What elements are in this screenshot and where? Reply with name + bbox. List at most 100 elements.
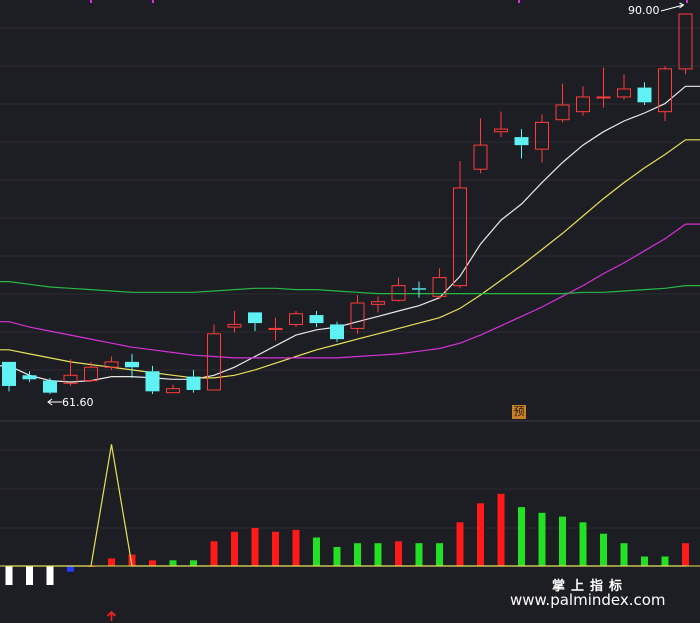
top-marker	[518, 0, 520, 3]
indicator-bar	[169, 560, 177, 566]
indicator-bar	[620, 543, 628, 566]
candle-body	[494, 128, 508, 133]
candle	[617, 74, 631, 100]
candle	[391, 277, 406, 302]
indicator-bar	[292, 529, 300, 566]
indicator-bar	[497, 493, 505, 566]
candle	[678, 13, 693, 75]
candle	[350, 294, 365, 334]
ma-line-1	[0, 85, 700, 383]
candle	[309, 311, 324, 328]
top-marker	[90, 0, 92, 3]
watermark-url: www.palmindex.com	[510, 591, 666, 609]
candle-body	[186, 376, 201, 390]
stock-chart	[0, 0, 700, 621]
candle-body	[637, 87, 652, 103]
candle-body	[473, 144, 488, 170]
predict-badge: 预	[512, 405, 526, 419]
candle	[637, 82, 652, 105]
candle	[2, 361, 16, 392]
candle-body	[289, 313, 303, 325]
candle-body	[207, 333, 221, 391]
candle	[576, 86, 590, 116]
candle-body	[453, 187, 467, 287]
indicator-bar	[251, 528, 259, 566]
indicator-bar	[518, 507, 525, 566]
candle	[289, 311, 303, 328]
indicator-bar	[456, 522, 464, 566]
candle-body	[125, 361, 139, 368]
candle-body	[596, 96, 611, 99]
indicator-bar	[333, 547, 341, 566]
candle-body	[227, 323, 242, 328]
indicator-bar	[354, 543, 361, 566]
candle	[125, 353, 139, 378]
candle-body	[43, 380, 57, 393]
ma-line-4	[0, 281, 700, 295]
candle	[494, 111, 508, 138]
candle-body	[350, 302, 365, 329]
high-price-label: 90.00	[628, 4, 660, 17]
candle-body	[84, 366, 98, 382]
indicator-bars	[5, 493, 689, 585]
indicator-bar	[436, 543, 443, 566]
candle-body	[22, 375, 37, 380]
indicator-gridlines	[0, 449, 700, 529]
high-arrow	[660, 2, 685, 12]
candle	[658, 66, 672, 122]
candle-body	[555, 104, 570, 121]
candle	[330, 321, 344, 342]
indicator-bar	[67, 566, 74, 572]
low-price-label: 61.60	[62, 396, 94, 409]
indicator-bar	[661, 556, 669, 566]
indicator-bar	[26, 566, 33, 585]
indicator-bar	[5, 566, 13, 585]
signal-arrow-icon	[106, 610, 117, 621]
candle-body	[514, 137, 529, 146]
indicator-bar	[682, 543, 689, 566]
indicator-bar	[641, 556, 648, 566]
indicator-bar	[477, 503, 484, 566]
candle-body	[678, 13, 693, 70]
top-marker	[152, 0, 154, 3]
candle	[248, 312, 262, 332]
candle-body	[371, 301, 385, 305]
candle	[412, 281, 426, 298]
candle-body	[309, 315, 324, 324]
candle-body	[248, 312, 262, 324]
candle-body	[617, 88, 631, 98]
indicator-bar	[559, 516, 566, 566]
indicator-bar	[190, 560, 197, 566]
candle	[514, 129, 529, 159]
candle-body	[535, 121, 549, 150]
candle-body	[412, 288, 426, 290]
candle-body	[391, 285, 406, 301]
indicator-bar	[415, 543, 423, 566]
indicator-bar	[579, 522, 587, 566]
candles	[2, 13, 693, 394]
top-marker	[686, 0, 688, 3]
indicator-bar	[538, 512, 546, 566]
indicator-bar	[231, 531, 238, 566]
candle	[166, 384, 180, 394]
low-arrow	[47, 398, 62, 406]
candle	[371, 296, 385, 313]
candle-body	[268, 327, 283, 330]
candle-body	[145, 371, 160, 392]
candle-body	[330, 324, 344, 340]
candle	[555, 83, 570, 123]
indicator-bar	[46, 566, 54, 585]
indicator-bar	[149, 560, 156, 566]
indicator-bar	[395, 541, 402, 566]
candle	[473, 118, 488, 174]
candle	[596, 67, 611, 108]
indicator-bar	[108, 558, 115, 566]
candle	[268, 317, 283, 341]
indicator-bar	[313, 537, 320, 566]
indicator-bar	[374, 543, 382, 566]
indicator-bar	[272, 531, 279, 566]
candle-body	[2, 361, 16, 386]
candle	[227, 311, 242, 333]
price-gridlines	[0, 27, 700, 371]
indicator-bar	[600, 533, 607, 566]
